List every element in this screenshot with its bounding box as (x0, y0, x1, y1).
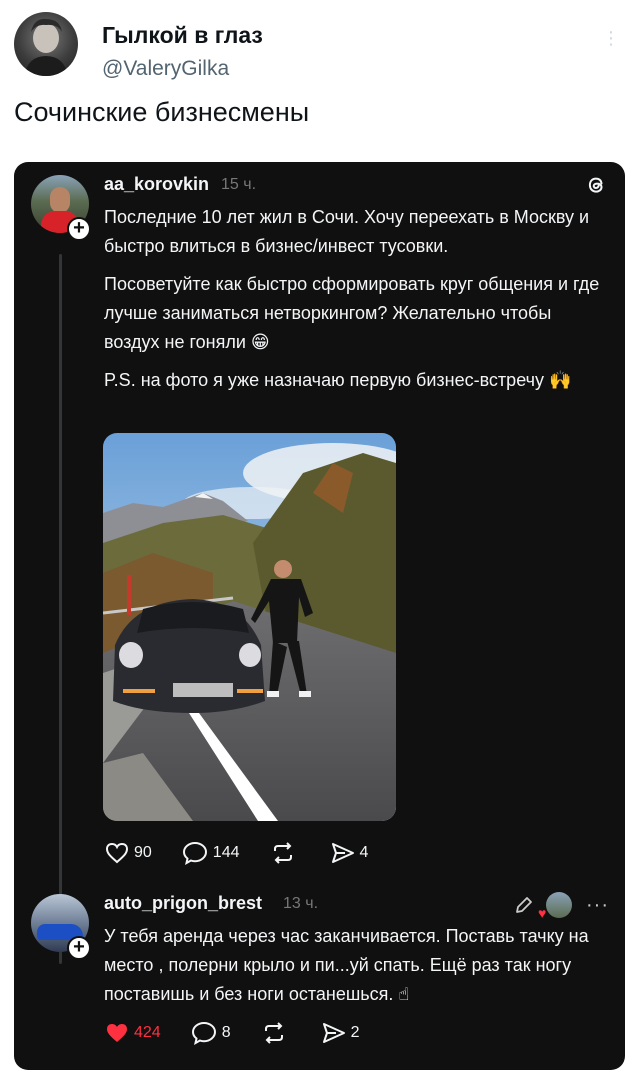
post-time: 15 ч. (221, 176, 257, 193)
share-count: 4 (359, 844, 369, 861)
reply-time: 13 ч. (283, 895, 319, 912)
share-count: 2 (350, 1024, 360, 1041)
author-name[interactable]: Гылкой в глаз (102, 22, 263, 49)
share-button[interactable]: 2 (322, 1022, 360, 1044)
thread-line (59, 254, 62, 964)
comment-button[interactable]: 144 (182, 841, 240, 865)
like-button[interactable]: 424 (105, 1022, 161, 1044)
reply-actions: 424 8 2 (105, 1019, 390, 1047)
threads-logo-icon (588, 177, 603, 193)
like-count: 90 (134, 844, 152, 861)
threads-screenshot: + aa_korovkin 15 ч. Последние 10 лет жил… (14, 162, 625, 1070)
tweet-text: Сочинские бизнесмены (14, 97, 310, 127)
more-options-icon[interactable]: ··· (586, 894, 609, 917)
post-actions: 90 144 4 (105, 839, 398, 867)
post-photo[interactable] (103, 433, 396, 821)
author-handle[interactable]: @ValeryGilka (102, 57, 229, 81)
repost-button[interactable] (270, 842, 301, 864)
reply-text: У тебя аренда через час заканчивается. П… (104, 926, 589, 1004)
comment-button[interactable]: 8 (191, 1021, 231, 1045)
post-paragraph: P.S. на фото я уже назначаю первую бизне… (104, 370, 572, 390)
send-icon (322, 1023, 345, 1043)
heart-icon (105, 842, 129, 864)
pencil-icon[interactable] (514, 895, 534, 915)
reply-tools: ♥ ··· (514, 892, 609, 921)
heart-icon: ♥ (538, 905, 547, 921)
comment-count: 144 (212, 844, 240, 861)
reply-username[interactable]: auto_prigon_brest (104, 893, 262, 914)
heart-filled-icon (107, 1024, 127, 1042)
like-button[interactable]: 90 (105, 842, 152, 864)
comment-bubble-icon (182, 841, 207, 865)
post-paragraph: Посоветуйте как быстро сформировать круг… (104, 274, 600, 352)
liked-by-author-avatar: ♥ (538, 892, 573, 921)
repost-button[interactable] (261, 1022, 292, 1044)
follow-plus-icon[interactable]: + (67, 217, 91, 241)
share-button[interactable]: 4 (331, 842, 369, 864)
tweet-header: Гылкой в глаз @ValeryGilka ⋮ (14, 12, 626, 82)
vertical-dots-icon[interactable]: ⋮ (602, 28, 620, 49)
comment-count: 8 (221, 1024, 231, 1041)
follow-plus-icon[interactable]: + (67, 936, 91, 960)
post-paragraph: Последние 10 лет жил в Сочи. Хочу переех… (104, 207, 590, 256)
repost-icon (273, 842, 292, 864)
comment-bubble-icon (191, 1021, 216, 1045)
author-avatar[interactable] (14, 12, 78, 76)
like-count: 424 (134, 1024, 161, 1041)
post-username[interactable]: aa_korovkin (104, 174, 209, 195)
send-icon (331, 843, 354, 863)
repost-icon (264, 1022, 283, 1044)
